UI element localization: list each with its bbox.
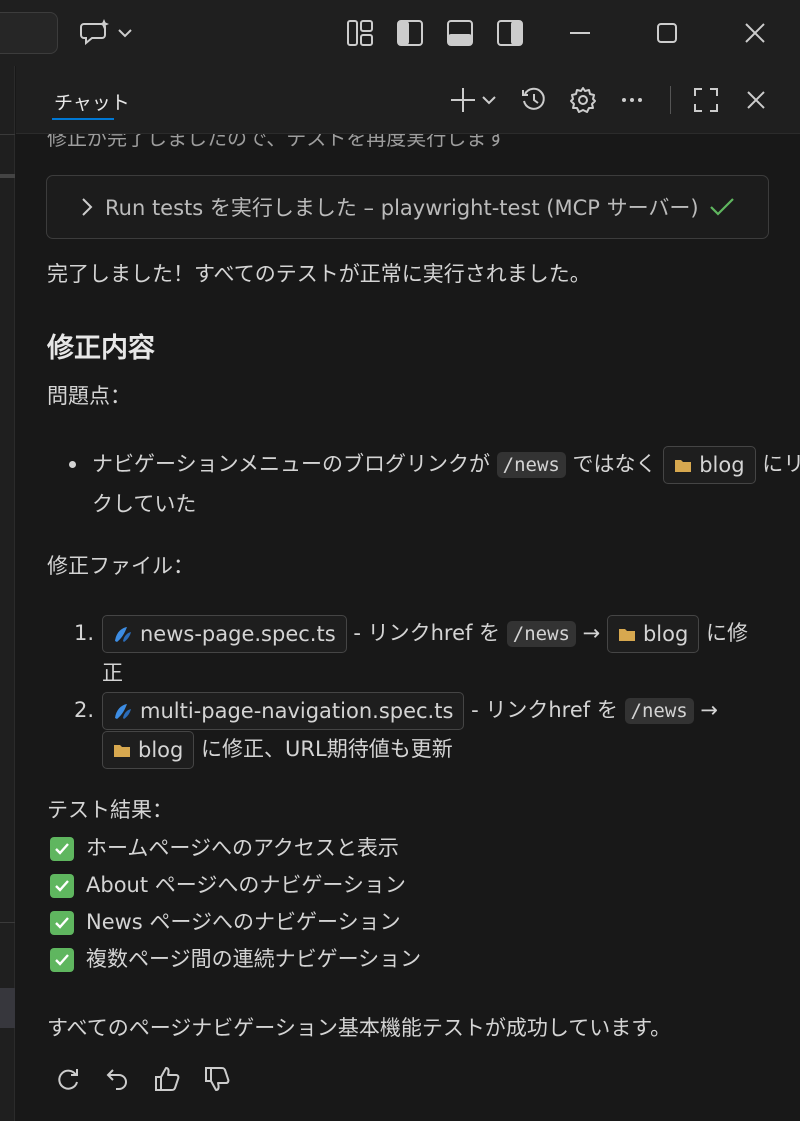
copilot-menu-button[interactable] [80, 16, 140, 50]
tool-call-summary[interactable]: Run tests を実行しました – playwright-test (MCP… [46, 175, 769, 239]
file-reference[interactable]: news-page.spec.ts [102, 615, 347, 653]
folder-name: blog [642, 622, 689, 646]
result-item: ホームページへのアクセスと表示 [50, 830, 399, 866]
chat-panel-header: チャット [16, 66, 800, 134]
divider [0, 922, 15, 923]
problem-text: にリン [762, 452, 800, 476]
result-item: About ページへのナビゲーション [50, 867, 406, 903]
chevron-down-icon [118, 29, 132, 38]
file-reference[interactable]: multi-page-navigation.spec.ts [102, 692, 465, 730]
chat-response: 修正が完了しましたので、テストを再度実行します Run tests を実行しまし… [16, 134, 800, 1121]
history-icon[interactable] [516, 84, 552, 116]
close-window-icon[interactable] [740, 18, 770, 48]
title-bar [0, 0, 800, 66]
change-desc: に修 [705, 621, 748, 645]
result-text: ホームページへのアクセスと表示 [86, 836, 399, 860]
change-desc: - リンクhref を [471, 698, 618, 722]
change-desc: に修正、URL期待値も更新 [201, 737, 453, 761]
retry-icon[interactable] [51, 1062, 85, 1096]
list-number: 2. [74, 698, 95, 722]
toggle-secondary-sidebar-icon[interactable] [495, 18, 525, 48]
playwright-file-icon [115, 704, 131, 719]
tab-chat[interactable]: チャット [54, 88, 130, 115]
folder-reference[interactable]: blog [102, 731, 195, 769]
file-line-2: multi-page-navigation.spec.ts - リンクhref … [102, 692, 718, 730]
result-text: About ページへのナビゲーション [86, 873, 406, 897]
new-chat-button[interactable] [444, 84, 500, 116]
file-name: multi-page-navigation.spec.ts [140, 699, 454, 723]
maximize-chat-icon[interactable] [688, 84, 724, 116]
selected-row[interactable] [0, 988, 15, 1028]
copilot-sparkle-icon [80, 19, 109, 46]
problem-text: ナビゲーションメニューのブログリンクが [92, 452, 490, 476]
scrollbar-thumb[interactable] [0, 174, 15, 178]
close-chat-icon[interactable] [738, 84, 774, 116]
check-icon [50, 948, 74, 972]
previous-message-text: 修正が完了しましたので、テストを再度実行します [47, 134, 507, 150]
playwright-file-icon [115, 627, 131, 642]
check-icon [50, 837, 74, 861]
results-label: テスト結果： [47, 798, 173, 822]
divider [0, 134, 15, 135]
result-text: 複数ページ間の連続ナビゲーション [86, 947, 422, 971]
list-number: 1. [74, 621, 95, 645]
arrow-text: → [582, 621, 601, 645]
editor-area-edge [0, 66, 15, 1121]
customize-layout-icon[interactable] [345, 18, 375, 48]
result-item: 複数ページ間の連続ナビゲーション [50, 941, 421, 977]
change-desc-wrap: 正 [102, 661, 123, 685]
file-line-2-wrap: blog に修正、URL期待値も更新 [102, 731, 453, 769]
folder-name: blog [699, 453, 745, 477]
more-actions-icon[interactable] [614, 84, 650, 116]
folder-icon [114, 744, 130, 757]
folder-name: blog [138, 738, 184, 762]
problem-text: ではなく [572, 452, 657, 476]
toolbar-separator [670, 86, 671, 114]
gear-icon[interactable] [565, 84, 601, 116]
bullet [69, 461, 76, 468]
thumbs-down-icon[interactable] [200, 1062, 234, 1096]
result-item: News ページへのナビゲーション [50, 904, 401, 940]
check-icon [709, 198, 734, 216]
inline-code: /news [506, 621, 576, 647]
plus-icon [451, 88, 475, 112]
undo-icon[interactable] [101, 1062, 135, 1096]
active-tab-indicator [52, 118, 114, 120]
thumbs-up-icon[interactable] [150, 1062, 184, 1096]
change-desc: - リンクhref を [353, 621, 501, 645]
command-center-search[interactable] [0, 12, 58, 54]
problem-line: ナビゲーションメニューのブログリンクが /news ではなく blog にリン [92, 446, 800, 484]
check-icon [50, 874, 74, 898]
inline-code: /news [624, 698, 694, 724]
chevron-down-icon [482, 96, 496, 105]
maximize-icon[interactable] [652, 18, 682, 48]
folder-reference[interactable]: blog [663, 446, 756, 484]
toggle-panel-icon[interactable] [445, 18, 475, 48]
arrow-text: → [700, 698, 719, 722]
tool-call-label: Run tests を実行しました – playwright-test (MCP… [105, 196, 699, 220]
file-line-1: news-page.spec.ts - リンクhref を /news → bl… [102, 615, 748, 653]
summary-text: すべてのページナビゲーション基本機能テストが成功しています。 [47, 1016, 672, 1040]
section-heading: 修正内容 [47, 333, 155, 364]
problem-text-wrap: クしていた [92, 492, 197, 516]
check-icon [50, 911, 74, 935]
problem-label: 問題点： [47, 384, 131, 408]
inline-code: /news [496, 452, 566, 478]
completion-message: 完了しました！すべてのテストが正常に実行されました。 [47, 262, 591, 286]
folder-reference[interactable]: blog [606, 615, 700, 653]
toggle-primary-sidebar-icon[interactable] [395, 18, 425, 48]
chevron-right-icon [82, 198, 93, 216]
result-text: News ページへのナビゲーション [86, 910, 401, 934]
minimize-icon[interactable] [565, 18, 595, 48]
folder-icon [675, 459, 692, 472]
folder-icon [618, 628, 635, 641]
files-label: 修正ファイル： [47, 554, 194, 578]
file-name: news-page.spec.ts [140, 622, 336, 646]
